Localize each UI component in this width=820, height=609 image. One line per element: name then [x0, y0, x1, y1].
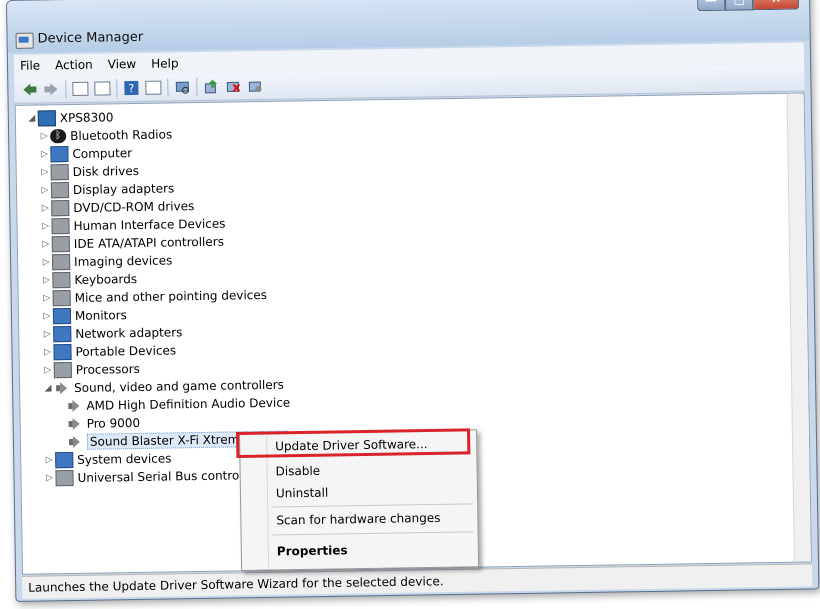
tree-label: Universal Serial Bus controlle — [77, 468, 254, 485]
ide-controller-icon — [51, 236, 70, 253]
collapsed-arrow-icon[interactable]: ▷ — [41, 329, 53, 339]
vertical-scrollbar[interactable] — [786, 93, 811, 562]
view-icon[interactable] — [144, 79, 162, 97]
tree-label: Display adapters — [72, 181, 175, 197]
show-hide-console-tree-icon[interactable] — [71, 80, 89, 98]
collapsed-arrow-icon[interactable]: ▷ — [41, 293, 53, 303]
tree-root-label: XPS8300 — [59, 110, 114, 126]
properties-icon[interactable] — [93, 79, 111, 97]
dvd-drive-icon — [51, 200, 70, 217]
tree-label: Imaging devices — [74, 253, 173, 269]
tree-label: Sound, video and game controllers — [73, 377, 284, 395]
menu-file[interactable]: File — [20, 58, 40, 72]
collapsed-arrow-icon[interactable]: ▷ — [39, 167, 51, 177]
collapsed-arrow-icon[interactable]: ▷ — [40, 257, 52, 267]
tree-label: System devices — [77, 451, 172, 467]
update-driver-icon[interactable] — [202, 78, 220, 96]
bluetooth-icon: ᛒ — [50, 129, 67, 144]
menu-action[interactable]: Action — [55, 58, 93, 73]
speaker-icon — [54, 381, 70, 395]
tree-label: Mice and other pointing devices — [74, 287, 268, 305]
tree-label: AMD High Definition Audio Device — [86, 395, 291, 413]
toolbar-separator — [196, 78, 198, 97]
tree-label: Human Interface Devices — [73, 216, 226, 233]
disable-icon[interactable] — [246, 77, 264, 95]
disk-drive-icon — [50, 164, 69, 181]
help-icon[interactable]: ? — [122, 79, 140, 97]
toolbar-separator — [65, 80, 67, 99]
collapsed-arrow-icon[interactable]: ▷ — [39, 203, 51, 213]
tree-label: Disk drives — [72, 163, 140, 179]
menu-disable[interactable]: Disable — [240, 458, 476, 482]
collapsed-arrow-icon[interactable]: ▷ — [39, 185, 51, 195]
display-adapter-icon — [50, 182, 70, 199]
monitor-icon — [52, 308, 72, 325]
collapsed-arrow-icon[interactable]: ▷ — [42, 365, 54, 375]
menu-separator — [271, 531, 474, 536]
close-button[interactable]: ✕ — [752, 0, 800, 11]
keyboard-icon — [52, 272, 71, 289]
network-adapter-icon — [53, 326, 72, 343]
tree-label: Computer — [72, 146, 133, 161]
tree-label: Portable Devices — [75, 343, 177, 359]
caption-buttons: — □ ✕ — [696, 0, 800, 12]
collapsed-arrow-icon[interactable]: ▷ — [38, 131, 50, 141]
collapsed-arrow-icon[interactable]: ▷ — [43, 473, 55, 483]
computer-root-icon — [37, 110, 56, 127]
tree-label: Network adapters — [75, 325, 183, 341]
collapsed-arrow-icon[interactable]: ▷ — [39, 221, 51, 231]
toolbar-separator — [116, 79, 118, 98]
minimize-button[interactable]: — — [696, 0, 726, 12]
tree-label: Processors — [75, 361, 140, 377]
scan-hardware-icon[interactable] — [173, 78, 191, 96]
expanded-arrow-icon[interactable]: ◢ — [26, 114, 38, 124]
tree-label: Monitors — [74, 308, 127, 323]
collapsed-arrow-icon[interactable]: ▷ — [38, 149, 50, 159]
tree-label: IDE ATA/ATAPI controllers — [73, 234, 225, 251]
forward-icon[interactable] — [42, 80, 60, 98]
expanded-arrow-icon[interactable]: ◢ — [42, 383, 54, 393]
imaging-device-icon — [52, 254, 71, 271]
collapsed-arrow-icon[interactable]: ▷ — [43, 455, 55, 465]
uninstall-icon[interactable] — [224, 77, 242, 95]
maximize-button[interactable]: □ — [724, 0, 754, 11]
menu-uninstall[interactable]: Uninstall — [241, 480, 477, 504]
usb-icon — [55, 469, 74, 487]
highlight-annotation — [236, 428, 471, 458]
system-device-icon — [55, 452, 74, 469]
status-text: Launches the Update Driver Software Wiza… — [28, 574, 444, 595]
svg-text:?: ? — [128, 82, 134, 95]
tree-label: DVD/CD-ROM drives — [73, 199, 195, 215]
speaker-icon — [67, 417, 83, 431]
processor-icon — [53, 362, 72, 379]
menu-properties[interactable]: Properties — [242, 538, 478, 562]
toolbar-separator — [167, 78, 169, 97]
speaker-icon — [66, 399, 82, 413]
menu-help[interactable]: Help — [151, 56, 179, 70]
menu-view[interactable]: View — [108, 57, 137, 71]
collapsed-arrow-icon[interactable]: ▷ — [40, 275, 52, 285]
device-tree: ◢ XPS8300 ▷ ᛒ Bluetooth Radios ▷ Computer ▷… — [26, 106, 292, 488]
computer-icon — [50, 146, 69, 163]
device-manager-app-icon — [15, 32, 34, 49]
collapsed-arrow-icon[interactable]: ▷ — [41, 311, 53, 321]
mouse-icon — [52, 290, 71, 307]
window-title: Device Manager — [37, 29, 144, 47]
collapsed-arrow-icon[interactable]: ▷ — [40, 239, 52, 249]
tree-label: Pro 9000 — [86, 415, 141, 431]
back-icon[interactable] — [20, 81, 38, 99]
tree-label: Keyboards — [74, 271, 138, 287]
hid-icon — [51, 218, 70, 235]
portable-device-icon — [53, 344, 72, 361]
collapsed-arrow-icon[interactable]: ▷ — [41, 347, 53, 357]
menu-scan-hardware[interactable]: Scan for hardware changes — [241, 507, 477, 531]
tree-label: Bluetooth Radios — [70, 127, 173, 144]
speaker-icon — [67, 435, 83, 449]
